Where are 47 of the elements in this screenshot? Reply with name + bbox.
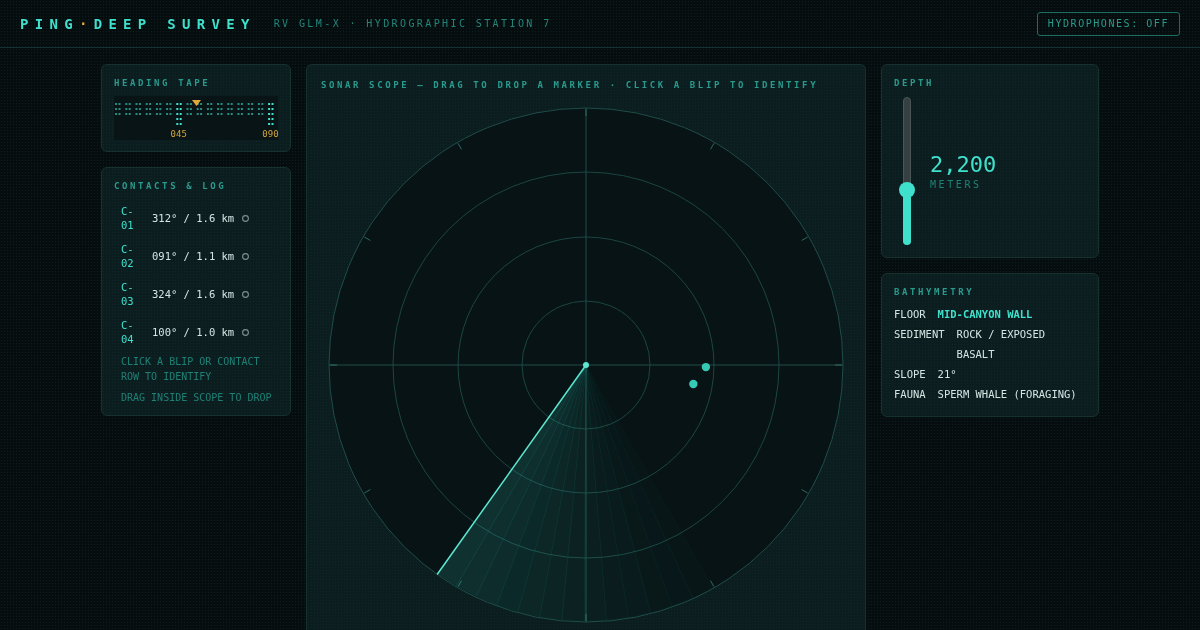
field-label: FAUNA	[894, 387, 926, 402]
blip-icon[interactable]	[701, 362, 711, 372]
app-title: PING·DEEP SURVEY	[20, 14, 256, 33]
field-label: SLOPE	[894, 367, 926, 382]
bearing-tick	[585, 108, 587, 117]
hint-text: CLICK A BLIP OR CONTACT ROW TO IDENTIFY	[121, 355, 261, 384]
hydrophones-toggle[interactable]: HYDROPHONES: OFF	[1036, 11, 1180, 36]
card-title: BATHYMETRY	[894, 286, 976, 298]
station-subtitle: RV GLM-X · HYDROGRAPHIC STATION 7	[273, 16, 552, 31]
field-value: MID-CANYON WALL	[937, 307, 1034, 322]
contact-reading[interactable]: 091° / 1.1 km	[152, 249, 235, 263]
center-dot-icon	[583, 362, 589, 368]
card-title: HEADING TAPE	[114, 77, 212, 89]
bearing-tick	[710, 142, 715, 150]
panel-title: SONAR SCOPE — DRAG TO DROP A MARKER · CLICK A BLIP TO IDENTIFY	[320, 79, 820, 91]
bearing-tick	[585, 613, 587, 622]
bearing-tick	[329, 364, 338, 366]
heading-label: 090	[262, 129, 279, 140]
bearing-tick	[710, 580, 715, 588]
bearing-tick	[457, 580, 462, 588]
depth-unit: METERS	[930, 178, 983, 191]
bearing-tick	[801, 489, 809, 494]
bearing-tick	[801, 236, 809, 241]
contact-id[interactable]: C-04	[121, 318, 135, 346]
card-title: DEPTH	[894, 77, 936, 89]
field-value: SPERM WHALE (FORAGING)	[937, 387, 1078, 402]
slider-thumb[interactable]	[899, 182, 915, 198]
bearing-tick	[834, 364, 843, 366]
contact-reading[interactable]: 324° / 1.6 km	[152, 287, 235, 301]
field-value: ROCK / EXPOSED BASALT	[956, 327, 1047, 362]
hint-text: DRAG INSIDE SCOPE TO DROP	[121, 391, 273, 405]
contact-id[interactable]: C-03	[121, 280, 135, 308]
contact-reading[interactable]: 312° / 1.6 km	[152, 211, 235, 225]
field-label: FLOOR	[894, 307, 926, 322]
blip-icon[interactable]	[689, 379, 698, 389]
contact-id[interactable]: C-02	[121, 242, 135, 270]
bearing-tick	[457, 142, 462, 150]
contact-id[interactable]: C-01	[121, 204, 135, 232]
contact-reading[interactable]: 100° / 1.0 km	[152, 325, 235, 339]
field-label: SEDIMENT	[894, 327, 945, 342]
heading-label: 045	[170, 129, 187, 140]
pointer-icon	[192, 100, 201, 106]
card-title: CONTACTS & LOG	[114, 180, 228, 192]
bearing-tick	[363, 489, 371, 494]
depth-value: 2,200	[930, 151, 997, 178]
field-value: 21°	[937, 367, 958, 382]
bearing-tick	[363, 236, 371, 241]
